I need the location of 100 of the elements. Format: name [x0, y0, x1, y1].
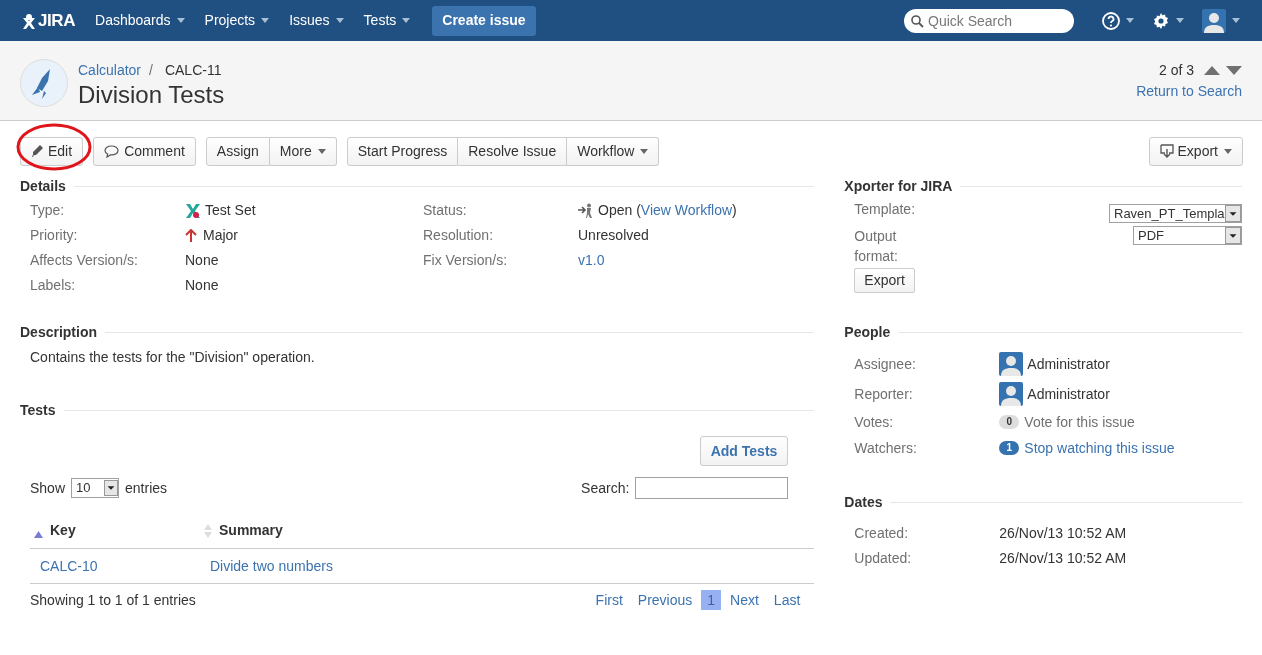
column-header[interactable]: Summary	[219, 520, 283, 541]
settings-icon	[1152, 11, 1170, 30]
count-badge: 1	[999, 441, 1020, 455]
template-select[interactable]: Raven_PT_Templa	[1109, 204, 1242, 223]
pager-count: 2 of 3	[1158, 60, 1194, 80]
add-tests-button[interactable]: Add Tests	[699, 436, 789, 466]
user-link[interactable]: Administrator	[1027, 353, 1110, 375]
breadcrumb-separator: /	[149, 60, 153, 80]
field-label: Votes:	[854, 412, 895, 432]
toolbar-button[interactable]: Assign	[205, 136, 270, 166]
caret-icon	[261, 18, 270, 23]
nav-menu[interactable]: Tests	[363, 10, 411, 31]
download-icon	[1159, 144, 1174, 158]
pencil-icon	[31, 145, 43, 157]
nav-menu[interactable]: Dashboards	[95, 10, 185, 31]
section-heading: Description	[20, 322, 97, 342]
toolbar-button[interactable]: More	[269, 136, 337, 166]
people-action-link[interactable]: Vote for this issue	[1024, 411, 1135, 433]
test-set-icon	[185, 202, 201, 219]
page-size-select[interactable]: 10	[71, 478, 120, 498]
date-value: 26/Nov/13 10:52 AM	[999, 524, 1127, 543]
table-search-field[interactable]	[635, 477, 789, 499]
field-label: Type:	[30, 201, 66, 220]
next-arrow-icon[interactable]	[1226, 65, 1242, 75]
user-avatar-icon	[999, 382, 1024, 406]
toolbar-button[interactable]: Workflow	[567, 136, 660, 166]
caret-icon	[335, 18, 344, 23]
sort-ascending-icon[interactable]	[34, 531, 43, 538]
return-to-search-link[interactable]: Return to Search	[1136, 81, 1242, 102]
speech-bubble-icon	[104, 144, 120, 158]
field-value: Test Set	[205, 201, 256, 220]
caret-icon	[1176, 18, 1184, 23]
avatar-icon	[1202, 8, 1226, 33]
section-heading: People	[844, 322, 891, 342]
field-label: Fix Version/s:	[423, 251, 509, 270]
toolbar-button[interactable]: Edit	[20, 136, 84, 166]
pagination-link[interactable]: Previous	[631, 590, 699, 610]
search-label: Search:	[581, 478, 630, 498]
user-menu[interactable]	[1202, 8, 1240, 33]
jira-logo[interactable]: JIRA	[22, 7, 76, 34]
table-cell-link[interactable]: Divide two numbers	[210, 557, 333, 574]
field-label: Watchers:	[854, 438, 918, 458]
column-header[interactable]: Key	[50, 520, 76, 541]
caret-icon	[317, 148, 326, 154]
field-link[interactable]: v1.0	[578, 248, 605, 273]
help-icon	[1102, 11, 1120, 30]
toolbar-button[interactable]: Start Progress	[346, 136, 459, 166]
section-heading: Tests	[20, 400, 56, 420]
xporter-export-button[interactable]: Export	[854, 268, 915, 293]
field-value: Unresolved	[578, 226, 649, 245]
help-menu[interactable]	[1102, 11, 1134, 30]
field-value: None	[185, 276, 219, 295]
field-label: Reporter:	[854, 384, 914, 404]
logo-icon	[22, 11, 36, 30]
count-badge: 0	[999, 415, 1020, 429]
up-arrow-icon	[185, 229, 197, 242]
toolbar-button[interactable]: Resolve Issue	[458, 136, 568, 166]
field-label: Assignee:	[854, 354, 917, 374]
date-value: 26/Nov/13 10:52 AM	[999, 549, 1127, 568]
field-label: Output format:	[854, 227, 899, 266]
nav-menu[interactable]: Issues	[289, 10, 344, 31]
section-heading: Dates	[844, 492, 883, 512]
people-action-link[interactable]: Stop watching this issue	[1024, 437, 1175, 459]
pagination-link[interactable]: Last	[767, 590, 807, 610]
field-value: None	[185, 251, 219, 270]
field-link[interactable]: View Workflow	[640, 202, 733, 218]
search-icon	[911, 14, 924, 28]
pagination-link[interactable]: Next	[724, 590, 765, 610]
walking-arrow-icon	[578, 203, 594, 218]
field-label: Priority:	[30, 226, 79, 245]
caret-icon	[640, 148, 649, 154]
quick-search-field[interactable]: Quick Search	[904, 8, 1074, 33]
nav-menu[interactable]: Projects	[204, 10, 270, 31]
section-heading: Details	[20, 176, 66, 196]
field-value: Major	[203, 226, 238, 245]
create-issue-button[interactable]: Create issue	[432, 5, 536, 36]
format-select[interactable]: PDF	[1133, 226, 1242, 245]
caret-icon	[1232, 18, 1240, 23]
field-label: Template:	[854, 200, 916, 219]
field-label: Status:	[423, 201, 468, 220]
caret-icon	[1126, 18, 1134, 23]
issue-key-link[interactable]: CALC-11	[164, 59, 222, 81]
field-label: Created:	[854, 524, 910, 543]
project-avatar-icon	[20, 59, 68, 107]
field-label: Affects Version/s:	[30, 251, 139, 270]
caret-icon	[1224, 148, 1232, 154]
field-label: Resolution:	[423, 226, 495, 245]
description-text: Contains the tests for the "Division" operation.	[29, 348, 316, 367]
toolbar-button[interactable]: Comment	[93, 136, 196, 166]
export-button[interactable]: Export	[1148, 136, 1243, 166]
field-label: Labels:	[30, 276, 77, 295]
user-avatar-icon	[999, 352, 1024, 376]
user-link[interactable]: Administrator	[1027, 383, 1110, 405]
table-cell-link[interactable]: CALC-10	[40, 557, 98, 574]
project-link[interactable]: Calculator	[78, 59, 142, 81]
field-label: Updated:	[854, 549, 913, 568]
settings-menu[interactable]	[1152, 11, 1184, 30]
previous-arrow-icon[interactable]	[1204, 65, 1220, 75]
pagination-link[interactable]: First	[589, 590, 629, 610]
caret-icon	[176, 18, 185, 23]
